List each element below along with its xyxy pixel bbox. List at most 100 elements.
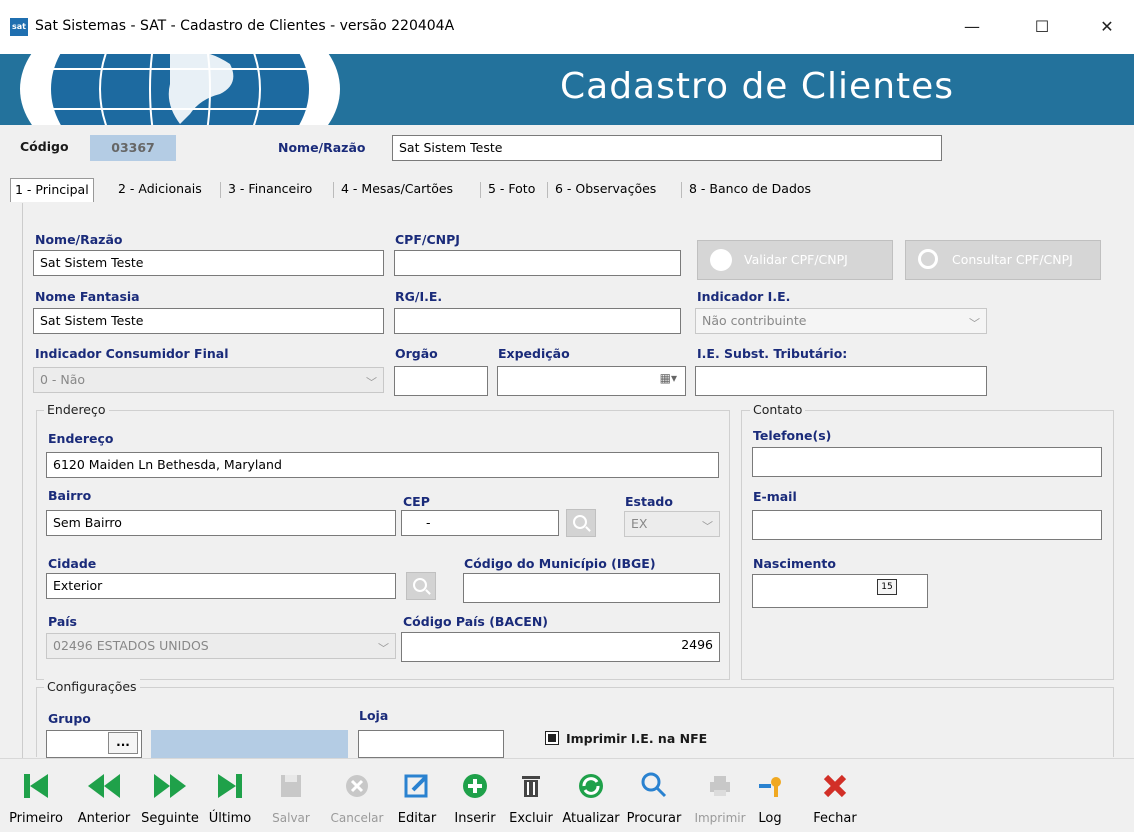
cpf-cnpj-input[interactable] xyxy=(394,250,681,276)
minimize-button[interactable]: — xyxy=(950,10,994,44)
inserir-label: Inserir xyxy=(454,811,496,826)
procurar-button[interactable]: Procurar xyxy=(624,767,684,831)
tab-financeiro[interactable]: 3 - Financeiro xyxy=(224,178,316,202)
endereco-group-label: Endereço xyxy=(44,402,109,417)
tab-observacoes[interactable]: 6 - Observações xyxy=(551,178,660,202)
next-record-icon xyxy=(154,774,186,798)
title-bar: sat Sat Sistemas - SAT - Cadastro de Cli… xyxy=(0,0,1134,54)
nascimento-label: Nascimento xyxy=(753,556,836,571)
ie-subst-label: I.E. Subst. Tributário: xyxy=(697,346,848,361)
tab-principal[interactable]: 1 - Principal xyxy=(10,178,94,202)
cep-label: CEP xyxy=(403,494,430,509)
anterior-label: Anterior xyxy=(77,811,131,826)
log-button[interactable]: Log xyxy=(750,767,790,831)
nascimento-date-input[interactable]: 15 xyxy=(752,574,928,608)
globe-logo-icon xyxy=(20,54,340,125)
tab-banco-de-dados[interactable]: 8 - Banco de Dados xyxy=(685,178,815,202)
edit-icon xyxy=(404,774,428,798)
seguinte-label: Seguinte xyxy=(141,811,199,826)
codigo-municipio-input[interactable] xyxy=(463,573,720,603)
salvar-label: Salvar xyxy=(272,811,310,825)
chevron-down-icon: ﹀ xyxy=(969,317,980,330)
inserir-button[interactable]: Inserir xyxy=(452,767,498,831)
grupo-lookup-button[interactable]: ... xyxy=(108,732,138,754)
estado-select[interactable]: EX ﹀ xyxy=(624,511,720,537)
atualizar-button[interactable]: Atualizar xyxy=(560,767,622,831)
cidade-search-button[interactable] xyxy=(406,572,436,600)
codigo-municipio-label: Código do Município (IBGE) xyxy=(464,556,656,571)
log-key-icon xyxy=(759,777,781,797)
rg-ie-input[interactable] xyxy=(394,308,681,334)
consumidor-final-value: 0 - Não xyxy=(40,372,86,387)
search-icon xyxy=(641,772,667,798)
editar-button[interactable]: Editar xyxy=(394,767,440,831)
tab-adicionais[interactable]: 2 - Adicionais xyxy=(114,178,206,202)
magnifier-icon xyxy=(918,249,938,269)
bairro-input[interactable]: Sem Bairro xyxy=(46,510,396,536)
codigo-pais-input[interactable]: 2496 xyxy=(401,632,720,662)
imprimir-ie-checkbox[interactable] xyxy=(545,731,559,745)
email-label: E-mail xyxy=(753,489,797,504)
atualizar-label: Atualizar xyxy=(562,811,620,826)
delete-icon xyxy=(522,776,540,797)
ie-subst-input[interactable] xyxy=(695,366,987,396)
pais-select[interactable]: 02496 ESTADOS UNIDOS ﹀ xyxy=(46,633,396,659)
cancelar-button[interactable]: Cancelar xyxy=(322,767,392,831)
endereco-input[interactable]: 6120 Maiden Ln Bethesda, Maryland xyxy=(46,452,719,478)
expedicao-date-input[interactable]: ▦▾ xyxy=(497,366,686,396)
validar-label: Validar CPF/CNPJ xyxy=(744,252,848,267)
cep-input[interactable]: - xyxy=(401,510,559,536)
chevron-down-icon: ﹀ xyxy=(378,642,389,655)
tab-foto[interactable]: 5 - Foto xyxy=(484,178,539,202)
telefone-label: Telefone(s) xyxy=(753,428,832,443)
previous-record-icon xyxy=(88,774,120,798)
codigo-pais-label: Código País (BACEN) xyxy=(403,614,549,629)
salvar-button[interactable]: Salvar xyxy=(268,767,314,831)
close-window-button[interactable]: ✕ xyxy=(1085,10,1129,44)
primeiro-button[interactable]: Primeiro xyxy=(2,767,70,831)
calendar-icon[interactable]: 15 xyxy=(877,579,897,595)
nome-razao-input[interactable]: Sat Sistem Teste xyxy=(33,250,384,276)
excluir-button[interactable]: Excluir xyxy=(506,767,556,831)
editar-label: Editar xyxy=(397,811,437,826)
nome-fantasia-input[interactable]: Sat Sistem Teste xyxy=(33,308,384,334)
imprimir-button[interactable]: Imprimir xyxy=(690,767,750,831)
telefone-input[interactable] xyxy=(752,447,1102,477)
banner: Cadastro de Clientes xyxy=(0,54,1134,125)
cidade-label: Cidade xyxy=(48,556,97,571)
tab-bar: 1 - Principal 2 - Adicionais 3 - Finance… xyxy=(10,178,830,202)
consumidor-final-label: Indicador Consumidor Final xyxy=(35,346,229,361)
ultimo-button[interactable]: Último xyxy=(206,767,254,831)
consultar-cpf-cnpj-button[interactable]: Consultar CPF/CNPJ xyxy=(905,240,1101,280)
loja-input[interactable] xyxy=(358,730,504,758)
orgao-label: Orgão xyxy=(395,346,438,361)
bairro-label: Bairro xyxy=(48,488,92,503)
indicador-ie-select[interactable]: Não contribuinte ﹀ xyxy=(695,308,987,334)
cidade-input[interactable]: Exterior xyxy=(46,573,396,599)
email-input[interactable] xyxy=(752,510,1102,540)
orgao-input[interactable] xyxy=(394,366,488,396)
maximize-button[interactable]: ☐ xyxy=(1020,10,1064,44)
cep-search-button[interactable] xyxy=(566,509,596,537)
primeiro-label: Primeiro xyxy=(9,811,63,826)
fechar-label: Fechar xyxy=(813,811,857,826)
nome-razao-header-input[interactable]: Sat Sistem Teste xyxy=(392,135,942,161)
chevron-down-icon: ﹀ xyxy=(702,520,713,533)
validar-cpf-cnpj-button[interactable]: Validar CPF/CNPJ xyxy=(697,240,893,280)
refresh-icon xyxy=(579,774,603,798)
imprimir-label: Imprimir xyxy=(694,811,746,825)
save-icon xyxy=(281,775,301,797)
tab-mesas-cartoes[interactable]: 4 - Mesas/Cartões xyxy=(337,178,457,202)
configuracoes-group-label: Configurações xyxy=(44,679,140,694)
fechar-button[interactable]: Fechar xyxy=(810,767,860,831)
calendar-dropdown-icon[interactable]: ▦▾ xyxy=(660,371,677,385)
banner-title: Cadastro de Clientes xyxy=(560,66,955,107)
first-record-icon xyxy=(24,774,48,798)
anterior-button[interactable]: Anterior xyxy=(74,767,134,831)
contato-group-label: Contato xyxy=(750,402,806,417)
cancel-icon xyxy=(346,775,368,797)
seguinte-button[interactable]: Seguinte xyxy=(138,767,202,831)
print-icon xyxy=(710,776,730,796)
consumidor-final-select[interactable]: 0 - Não ﹀ xyxy=(33,367,384,393)
cpf-cnpj-label: CPF/CNPJ xyxy=(395,232,460,247)
